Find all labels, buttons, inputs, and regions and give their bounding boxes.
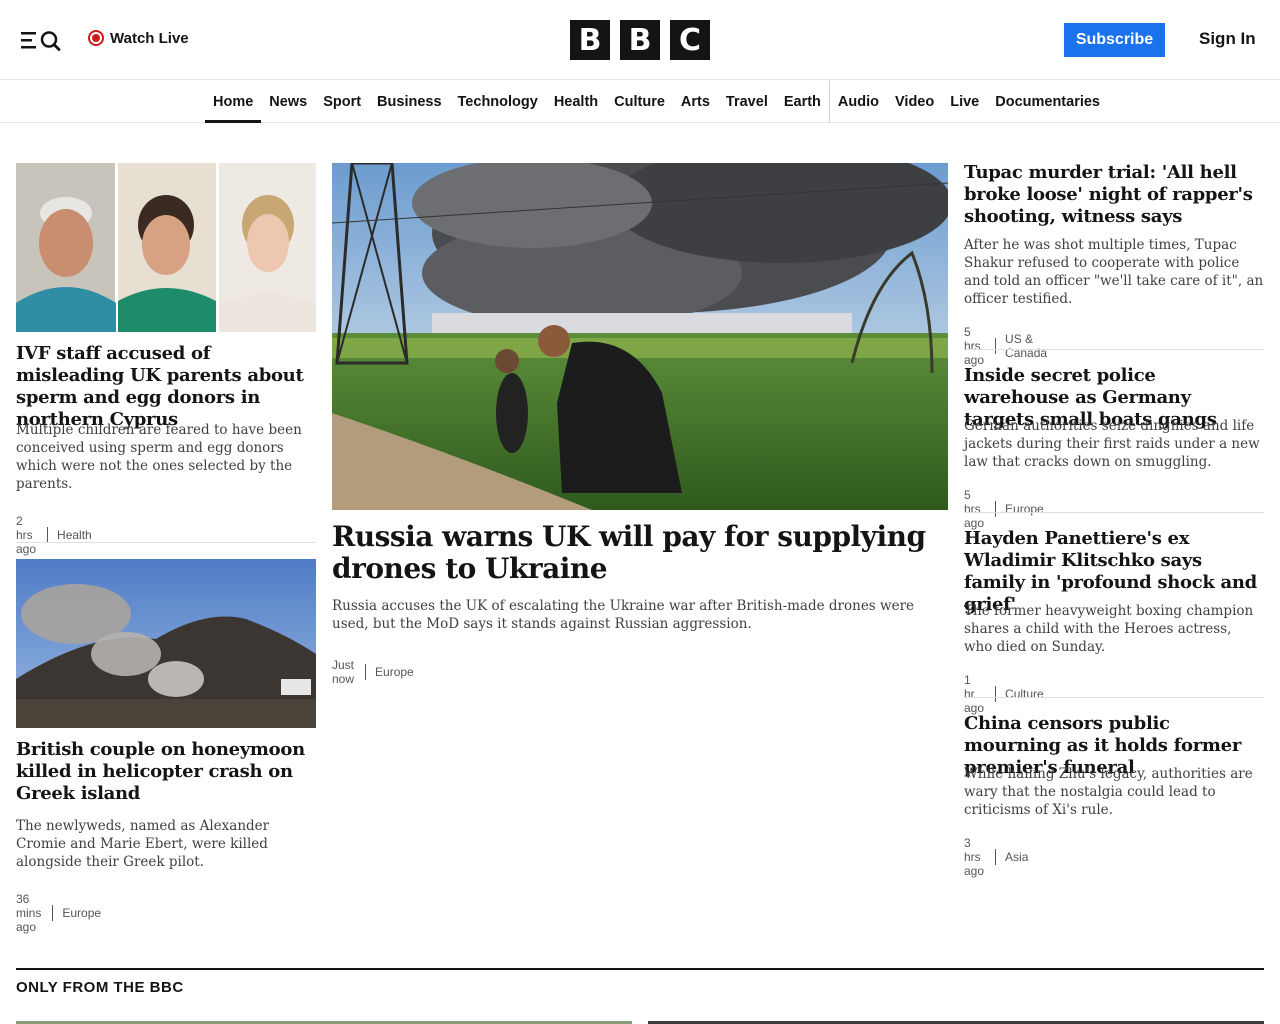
lead-article-summary: Russia accuses the UK of escalating the … (332, 598, 915, 632)
article-meta: 3 hrs ago Asia (964, 836, 1028, 878)
lead-article-headline[interactable]: Russia warns UK will pay for supplying d… (332, 521, 948, 585)
article-headline[interactable]: Tupac murder trial: 'All hell broke loos… (964, 162, 1264, 228)
article-headline[interactable]: British couple on honeymoon killed in he… (16, 739, 316, 805)
article-meta: 2 hrs ago Health (16, 514, 92, 556)
watch-live-link[interactable]: Watch Live (88, 28, 189, 48)
article-time: 2 hrs ago (16, 514, 37, 556)
logo-letter-b2: B (620, 20, 660, 60)
lead-article-image[interactable] (332, 163, 948, 510)
divider (964, 349, 1264, 350)
article-meta: 5 hrs ago US & Canada (964, 325, 1047, 367)
section-title: ONLY FROM THE BBC (16, 979, 184, 996)
article-category[interactable]: Health (57, 528, 92, 542)
nav-item-arts[interactable]: Arts (673, 81, 718, 123)
nav-item-health[interactable]: Health (546, 81, 606, 123)
article-category[interactable]: US & Canada (1005, 332, 1047, 360)
nav-item-earth[interactable]: Earth (776, 81, 829, 123)
bbc-logo[interactable]: B B C (570, 20, 710, 60)
nav-item-documentaries[interactable]: Documentaries (987, 81, 1108, 123)
nav-item-audio[interactable]: Audio (828, 81, 887, 123)
divider (16, 542, 316, 543)
article-time: 36 mins ago (16, 892, 42, 934)
article-category[interactable]: Europe (375, 665, 414, 679)
article-category[interactable]: Asia (1005, 850, 1028, 864)
logo-letter-b1: B (570, 20, 610, 60)
article-category[interactable]: Europe (62, 906, 101, 920)
article-time: 5 hrs ago (964, 325, 985, 367)
article-headline[interactable]: IVF staff accused of misleading UK paren… (16, 343, 316, 431)
island-smoke-image (16, 559, 316, 728)
top-bar: Watch Live B B C Subscribe Sign In (0, 0, 1280, 80)
nav-item-technology[interactable]: Technology (450, 81, 546, 123)
menu-search-button[interactable] (21, 28, 63, 52)
article-summary: The former heavyweight boxing champion s… (964, 603, 1254, 655)
smoke-field-image (332, 163, 948, 510)
nav-item-live[interactable]: Live (942, 81, 987, 123)
section-rule (16, 968, 1264, 970)
article-image-helicopter[interactable] (16, 559, 316, 728)
article-summary: German authorities seize dinghies and li… (964, 418, 1260, 470)
article-summary: While hailing Zhu's legacy, authorities … (964, 766, 1253, 818)
ivf-photo-image (16, 163, 316, 332)
nav-item-business[interactable]: Business (369, 81, 449, 123)
nav-item-culture[interactable]: Culture (606, 81, 673, 123)
article-meta: 36 mins ago Europe (16, 892, 101, 934)
divider (964, 697, 1264, 698)
main-nav: Home News Sport Business Technology Heal… (0, 81, 1280, 123)
article-category[interactable]: Culture (1005, 687, 1044, 701)
divider (964, 512, 1264, 513)
article-time: 3 hrs ago (964, 836, 985, 878)
sign-in-link[interactable]: Sign In (1199, 29, 1256, 49)
article-meta: Just now Europe (332, 658, 414, 686)
article-image-ivf[interactable] (16, 163, 316, 332)
nav-list: Home News Sport Business Technology Heal… (205, 81, 1108, 123)
nav-item-news[interactable]: News (261, 81, 315, 123)
menu-search-icon (21, 31, 61, 51)
logo-letter-c: C (670, 20, 710, 60)
article-summary: Multiple children are feared to have bee… (16, 422, 302, 492)
article-summary: After he was shot multiple times, Tupac … (964, 237, 1264, 307)
article-time: Just now (332, 658, 355, 686)
nav-item-home[interactable]: Home (205, 81, 262, 123)
article-time: 1 hr ago (964, 673, 985, 715)
article-meta: 5 hrs ago Europe (964, 488, 1044, 530)
article-time: 5 hrs ago (964, 488, 985, 530)
nav-item-travel[interactable]: Travel (718, 81, 776, 123)
live-icon (88, 30, 104, 46)
article-summary: The newlyweds, named as Alexander Cromie… (16, 818, 270, 870)
nav-item-video[interactable]: Video (887, 81, 942, 123)
article-meta: 1 hr ago Culture (964, 673, 1044, 715)
watch-live-label: Watch Live (110, 29, 189, 47)
nav-item-sport[interactable]: Sport (315, 81, 369, 123)
article-category[interactable]: Europe (1005, 502, 1044, 516)
subscribe-button[interactable]: Subscribe (1064, 23, 1165, 57)
